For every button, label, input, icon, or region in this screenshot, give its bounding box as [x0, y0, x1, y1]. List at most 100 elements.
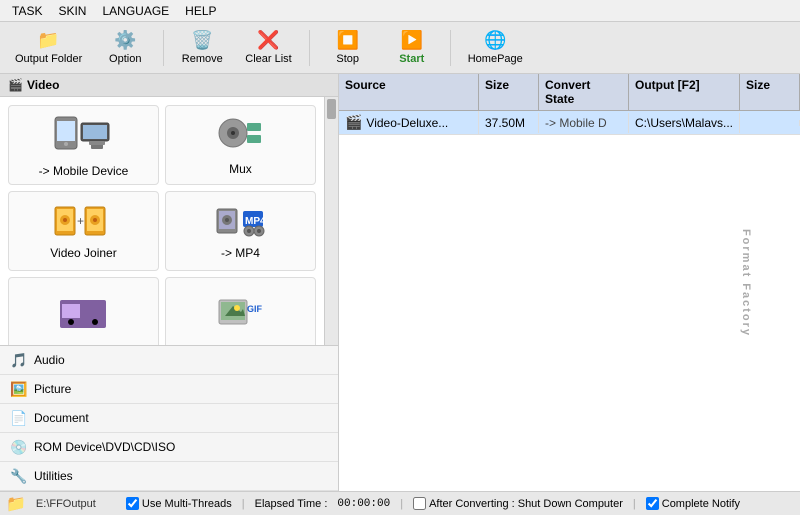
row-video-icon: 🎬 — [345, 114, 362, 131]
to-mp4-label: -> MP4 — [221, 246, 260, 260]
table-header: Source Size Convert State Output [F2] Si… — [339, 74, 800, 111]
td-size: 37.50M — [479, 113, 539, 133]
menu-help[interactable]: HELP — [177, 2, 224, 20]
start-icon: ▶️ — [398, 30, 426, 51]
row-source-value: Video-Deluxe... — [366, 116, 448, 130]
statusbar: 📁 E:\FFOutput Use Multi-Threads | Elapse… — [0, 491, 800, 515]
td-convert: -> Mobile D — [539, 113, 629, 133]
elapsed-label: Elapsed Time : — [255, 498, 328, 510]
option-button[interactable]: ⚙️ Option — [95, 26, 155, 70]
toolbar: 📁 Output Folder ⚙️ Option 🗑️ Remove ❌ Cl… — [0, 22, 800, 74]
left-panel-scrollbar[interactable] — [324, 97, 338, 345]
mux-icon — [215, 115, 265, 158]
elapsed-value: 00:00:00 — [337, 498, 390, 510]
multi-threads-check[interactable]: Use Multi-Threads — [126, 497, 232, 510]
menu-skin[interactable]: SKIN — [50, 2, 94, 20]
mux-item[interactable]: Mux — [165, 105, 316, 185]
video-section-header: 🎬 Video — [0, 74, 338, 97]
stop-label: Stop — [336, 53, 359, 65]
item5[interactable]: SUV — [8, 277, 159, 345]
after-convert-checkbox[interactable] — [413, 497, 426, 510]
option-icon: ⚙️ — [111, 30, 139, 51]
item6-icon: GIF — [215, 296, 265, 335]
mux-label: Mux — [229, 162, 252, 176]
homepage-label: HomePage — [468, 53, 523, 65]
menu-language[interactable]: LANGUAGE — [94, 2, 177, 20]
statusbar-sep-3: | — [633, 498, 636, 510]
svg-text:GIF: GIF — [247, 304, 263, 314]
clear-list-button[interactable]: ❌ Clear List — [236, 26, 300, 70]
complete-notify-check[interactable]: Complete Notify — [646, 497, 740, 510]
multi-threads-label: Use Multi-Threads — [142, 498, 232, 510]
video-joiner-icon: + — [53, 203, 113, 242]
video-header-icon: 🎬 — [8, 78, 23, 92]
remove-icon: 🗑️ — [188, 30, 216, 51]
statusbar-path: E:\FFOutput — [36, 498, 116, 510]
toolbar-sep-2 — [309, 30, 310, 66]
audio-nav-item[interactable]: 🎵 Audio — [0, 346, 338, 375]
complete-notify-checkbox[interactable] — [646, 497, 659, 510]
rom-nav-item[interactable]: 💿 ROM Device\DVD\CD\ISO — [0, 433, 338, 462]
to-mp4-icon: MP4 — [215, 203, 265, 242]
option-label: Option — [109, 53, 141, 65]
document-icon: 📄 — [10, 409, 28, 427]
homepage-button[interactable]: 🌐 HomePage — [459, 26, 532, 70]
video-section-title: Video — [27, 78, 59, 92]
picture-label: Picture — [34, 382, 71, 396]
audio-label: Audio — [34, 353, 65, 367]
side-nav: 🎵 Audio 🖼️ Picture 📄 Document 💿 ROM Devi… — [0, 345, 338, 491]
mobile-device-icon — [53, 113, 113, 160]
remove-button[interactable]: 🗑️ Remove — [172, 26, 232, 70]
complete-notify-label: Complete Notify — [662, 498, 740, 510]
ff-watermark: Format Factory — [740, 228, 752, 336]
start-button[interactable]: ▶️ Start — [382, 26, 442, 70]
svg-text:MP4: MP4 — [245, 216, 265, 227]
item5-icon: SUV — [58, 296, 108, 335]
statusbar-sep-2: | — [400, 498, 403, 510]
rom-label: ROM Device\DVD\CD\ISO — [34, 440, 175, 454]
output-folder-label: Output Folder — [15, 53, 82, 65]
video-joiner-item[interactable]: + Video Joiner — [8, 191, 159, 271]
main-layout: 🎬 Video — [0, 74, 800, 491]
to-mp4-item[interactable]: MP4 -> MP4 — [165, 191, 316, 271]
output-folder-button[interactable]: 📁 Output Folder — [6, 26, 91, 70]
remove-label: Remove — [182, 53, 223, 65]
rom-icon: 💿 — [10, 438, 28, 456]
statusbar-folder-icon: 📁 — [6, 494, 26, 514]
picture-icon: 🖼️ — [10, 380, 28, 398]
mobile-device-label: -> Mobile Device — [39, 164, 129, 178]
clear-list-label: Clear List — [245, 53, 291, 65]
document-nav-item[interactable]: 📄 Document — [0, 404, 338, 433]
utilities-nav-item[interactable]: 🔧 Utilities — [0, 462, 338, 491]
multi-threads-checkbox[interactable] — [126, 497, 139, 510]
after-convert-check[interactable]: After Converting : Shut Down Computer — [413, 497, 623, 510]
svg-text:+: + — [77, 214, 84, 228]
th-size2: Size — [740, 74, 800, 110]
table-row[interactable]: 🎬 Video-Deluxe... 37.50M -> Mobile D C:\… — [339, 111, 800, 135]
picture-nav-item[interactable]: 🖼️ Picture — [0, 375, 338, 404]
item6[interactable]: GIF — [165, 277, 316, 345]
utilities-label: Utilities — [34, 469, 73, 483]
clear-list-icon: ❌ — [255, 30, 283, 51]
video-grid: -> Mobile Device Mux — [0, 97, 324, 345]
audio-icon: 🎵 — [10, 351, 28, 369]
toolbar-sep-3 — [450, 30, 451, 66]
left-panel: 🎬 Video — [0, 74, 339, 491]
video-joiner-label: Video Joiner — [50, 246, 117, 260]
after-convert-label: After Converting : Shut Down Computer — [429, 498, 623, 510]
document-label: Document — [34, 411, 89, 425]
right-panel: Source Size Convert State Output [F2] Si… — [339, 74, 800, 491]
stop-icon: ⏹️ — [334, 30, 362, 51]
stop-button[interactable]: ⏹️ Stop — [318, 26, 378, 70]
menubar: TASK SKIN LANGUAGE HELP — [0, 0, 800, 22]
th-output: Output [F2] — [629, 74, 740, 110]
td-source: 🎬 Video-Deluxe... — [339, 111, 479, 134]
mobile-device-item[interactable]: -> Mobile Device — [8, 105, 159, 185]
start-label: Start — [399, 53, 424, 65]
td-size2 — [740, 120, 800, 126]
td-output: C:\Users\Malavs... — [629, 113, 740, 133]
menu-task[interactable]: TASK — [4, 2, 50, 20]
homepage-icon: 🌐 — [481, 30, 509, 51]
utilities-icon: 🔧 — [10, 467, 28, 485]
th-source: Source — [339, 74, 479, 110]
